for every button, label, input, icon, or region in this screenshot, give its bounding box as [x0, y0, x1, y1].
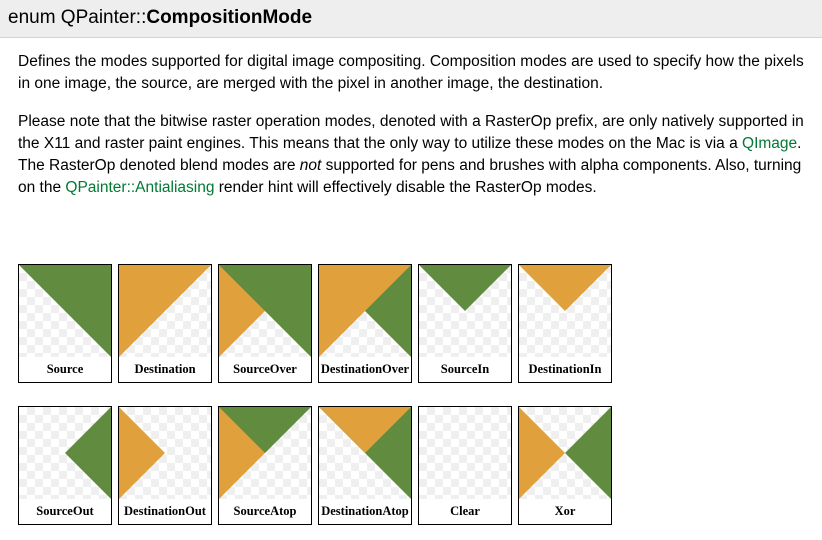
tile-sourceatop-canvas — [219, 407, 311, 499]
enum-title-name: CompositionMode — [146, 7, 313, 28]
tile-label: SourceOver — [219, 357, 311, 382]
tile-destination-canvas — [119, 265, 211, 357]
tile-destinationout: DestinationOut — [118, 406, 212, 525]
tile-destinationin-canvas — [519, 265, 611, 357]
tile-destinationatop-canvas — [319, 407, 411, 499]
tile-row-2: SourceOut DestinationOut SourceAtop Dest… — [18, 406, 612, 525]
tile-sourceatop: SourceAtop — [218, 406, 312, 525]
tile-label: SourceIn — [419, 357, 511, 382]
tile-source: Source — [18, 264, 112, 383]
tile-xor: Xor — [518, 406, 612, 525]
tile-sourceover: SourceOver — [218, 264, 312, 383]
tile-label: DestinationOver — [319, 357, 411, 382]
note-text-part-4: render hint will effectively disable the… — [214, 178, 597, 196]
tile-label: DestinationOut — [119, 499, 211, 524]
description-body: Defines the modes supported for digital … — [0, 51, 822, 199]
page-title: enum QPainter::CompositionMode — [0, 0, 822, 38]
emphasis-not: not — [299, 156, 322, 174]
tile-clear: Clear — [418, 406, 512, 525]
tile-source-canvas — [19, 265, 111, 357]
tile-label: SourceOut — [19, 499, 111, 524]
enum-documentation-page: enum QPainter::CompositionMode Defines t… — [0, 0, 822, 540]
tile-label: DestinationIn — [519, 357, 611, 382]
link-qimage[interactable]: QImage — [742, 135, 797, 152]
tile-sourceout: SourceOut — [18, 406, 112, 525]
tile-sourceout-canvas — [19, 407, 111, 499]
composition-mode-tile-grid: Source Destination SourceOver Destinatio… — [18, 264, 612, 525]
tile-sourcein-canvas — [419, 265, 511, 357]
tile-destinationout-canvas — [119, 407, 211, 499]
note-text-part-1: Please note that the bitwise raster oper… — [18, 112, 804, 152]
link-qpainter-antialiasing[interactable]: QPainter::Antialiasing — [65, 179, 214, 196]
enum-title-prefix: enum QPainter:: — [8, 7, 147, 28]
tile-row-1: Source Destination SourceOver Destinatio… — [18, 264, 612, 383]
tile-label: DestinationAtop — [319, 499, 411, 524]
tile-destination: Destination — [118, 264, 212, 383]
tile-label: SourceAtop — [219, 499, 311, 524]
paragraph-rasterop-note: Please note that the bitwise raster oper… — [18, 111, 806, 199]
tile-destinationin: DestinationIn — [518, 264, 612, 383]
tile-xor-canvas — [519, 407, 611, 499]
tile-label: Destination — [119, 357, 211, 382]
paragraph-definition: Defines the modes supported for digital … — [18, 52, 804, 92]
tile-destinationover: DestinationOver — [318, 264, 412, 383]
tile-label: Xor — [519, 499, 611, 524]
tile-label: Source — [19, 357, 111, 382]
tile-destinationover-canvas — [319, 265, 411, 357]
tile-sourcein: SourceIn — [418, 264, 512, 383]
tile-clear-canvas — [419, 407, 511, 499]
tile-destinationatop: DestinationAtop — [318, 406, 412, 525]
tile-label: Clear — [419, 499, 511, 524]
tile-sourceover-canvas — [219, 265, 311, 357]
